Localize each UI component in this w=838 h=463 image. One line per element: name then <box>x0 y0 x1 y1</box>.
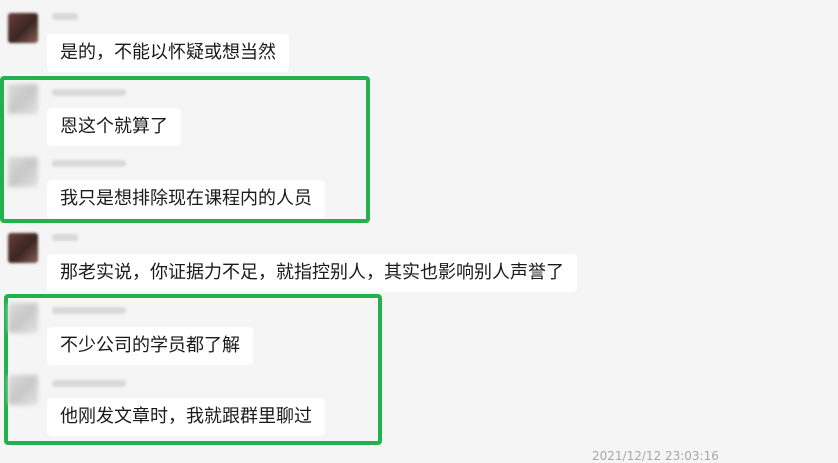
message-bubble[interactable]: 他刚发文章时，我就跟群里聊过 <box>47 398 325 436</box>
sender-name-blurred <box>52 13 78 20</box>
message-bubble[interactable]: 我只是想排除现在课程内的人员 <box>47 180 325 218</box>
timestamp: 2021/12/12 23:03:16 <box>592 449 719 463</box>
sender-name-blurred <box>52 160 126 167</box>
avatar[interactable] <box>8 233 38 263</box>
chat-message-area: 是的，不能以怀疑或想当然 恩这个就算了 我只是想排除现在课程内的人员 那老实说，… <box>0 0 838 463</box>
message-bubble[interactable]: 那老实说，你证据力不足，就指控别人，其实也影响别人声誉了 <box>47 254 577 292</box>
sender-name-blurred <box>52 380 126 387</box>
avatar[interactable] <box>8 13 38 43</box>
avatar[interactable] <box>8 375 38 405</box>
avatar[interactable] <box>8 84 38 114</box>
message-bubble[interactable]: 是的，不能以怀疑或想当然 <box>47 34 289 72</box>
sender-name-blurred <box>52 234 78 241</box>
avatar[interactable] <box>8 157 38 187</box>
sender-name-blurred <box>52 307 126 314</box>
sender-name-blurred <box>52 89 126 96</box>
message-bubble[interactable]: 恩这个就算了 <box>47 108 181 146</box>
message-bubble[interactable]: 不少公司的学员都了解 <box>47 327 253 365</box>
avatar[interactable] <box>8 303 38 333</box>
